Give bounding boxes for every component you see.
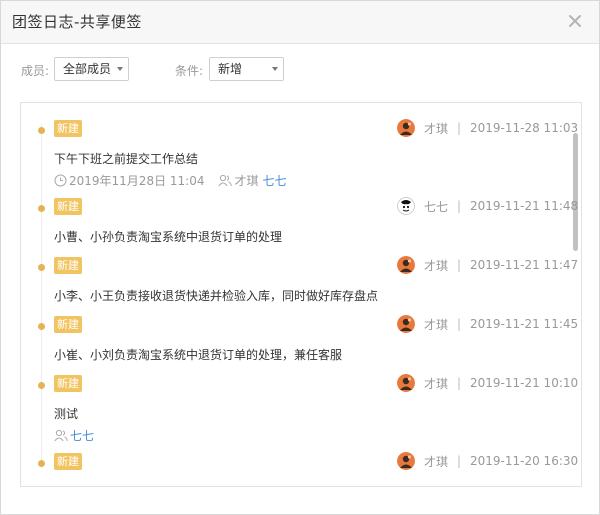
entry-content: 测试 [54,407,79,421]
condition-select-value: 新增 [218,62,243,76]
author-name: 才琪 [423,376,448,391]
author-name: 七七 [423,199,448,214]
entry-meta-right: 才琪 | 2019-11-21 11:47 [396,255,579,275]
users-icon [54,429,68,442]
author-name: 才琪 [423,454,448,469]
dialog-title: 团签日志-共享便签 [12,13,142,31]
timeline-dot [38,382,45,389]
remind-time: 2019年11月28日 11:04 [69,174,205,188]
avatar[interactable] [396,374,415,392]
avatar[interactable] [396,119,415,137]
avatar[interactable] [396,256,415,274]
entry-datetime: 2019-11-28 11:03 [470,121,579,135]
mention-link[interactable]: 七七 [70,427,94,444]
status-badge: 新建 [54,198,82,215]
entry-details: 2019年11月28日 11:04 才琪 七七 [54,172,287,189]
author-name: 才琪 [423,121,448,136]
entry-meta-right: 才琪 | 2019-11-21 10:10 [396,373,579,393]
entry-datetime: 2019-11-21 11:47 [470,258,579,272]
member-select[interactable]: 全部成员 [54,57,129,81]
avatar[interactable] [396,315,415,333]
entry-meta-right: 七七 | 2019-11-21 11:48 [396,196,579,216]
status-badge: 新建 [54,257,82,274]
entry-details: 七七 [54,427,94,444]
timeline-line [41,123,42,468]
log-panel: 新建 才琪 | 2019-11-28 11:03 下午下班之前提交工作总结 20… [20,102,582,487]
entry-datetime: 2019-11-21 11:48 [470,199,579,213]
shared-notes-dialog: 团签日志-共享便签 成员: 全部成员 条件: 新增 新建 才琪 | 2019-1… [0,0,600,515]
entry-meta-right: 才琪 | 2019-11-21 11:45 [396,314,579,334]
timeline-dot [38,460,45,467]
status-badge: 新建 [54,375,82,392]
participants: 才琪 [234,174,259,188]
status-badge: 新建 [54,453,82,470]
entry-content: 小曹、小孙负责淘宝系统中退货订单的处理 [54,230,283,244]
timeline-dot [38,323,45,330]
entry-datetime: 2019-11-21 10:10 [470,376,579,390]
mention-link[interactable]: 七七 [263,172,287,189]
timeline-dot [38,205,45,212]
status-badge: 新建 [54,120,82,137]
condition-filter-label: 条件: [175,64,204,78]
status-badge: 新建 [54,316,82,333]
entry-datetime: 2019-11-21 11:45 [470,317,579,331]
condition-select[interactable]: 新增 [209,57,284,81]
entry-meta-right: 才琪 | 2019-11-20 16:30 [396,451,579,471]
users-icon [218,174,233,187]
clock-icon [54,174,67,187]
filter-bar: 成员: 全部成员 条件: 新增 [21,57,581,81]
dialog-header: 团签日志-共享便签 [1,1,599,44]
author-name: 才琪 [423,258,448,273]
avatar[interactable] [396,197,415,215]
avatar[interactable] [396,452,415,470]
member-select-value: 全部成员 [63,62,112,76]
entry-content: 小李、小王负责接收退货快递并检验入库，同时做好库存盘点 [54,289,379,303]
scrollbar[interactable] [573,133,578,251]
chevron-down-icon [272,67,278,71]
entry-content: 小崔、小刘负责淘宝系统中退货订单的处理，兼任客服 [54,348,343,362]
close-button[interactable] [565,11,585,31]
entry-content: 下午下班之前提交工作总结 [54,152,199,166]
chevron-down-icon [117,67,123,71]
member-filter-label: 成员: [21,64,50,78]
entry-datetime: 2019-11-20 16:30 [470,454,579,468]
author-name: 才琪 [423,317,448,332]
close-icon [569,15,581,27]
timeline-dot [38,127,45,134]
entry-meta-right: 才琪 | 2019-11-28 11:03 [396,118,579,138]
timeline-dot [38,264,45,271]
